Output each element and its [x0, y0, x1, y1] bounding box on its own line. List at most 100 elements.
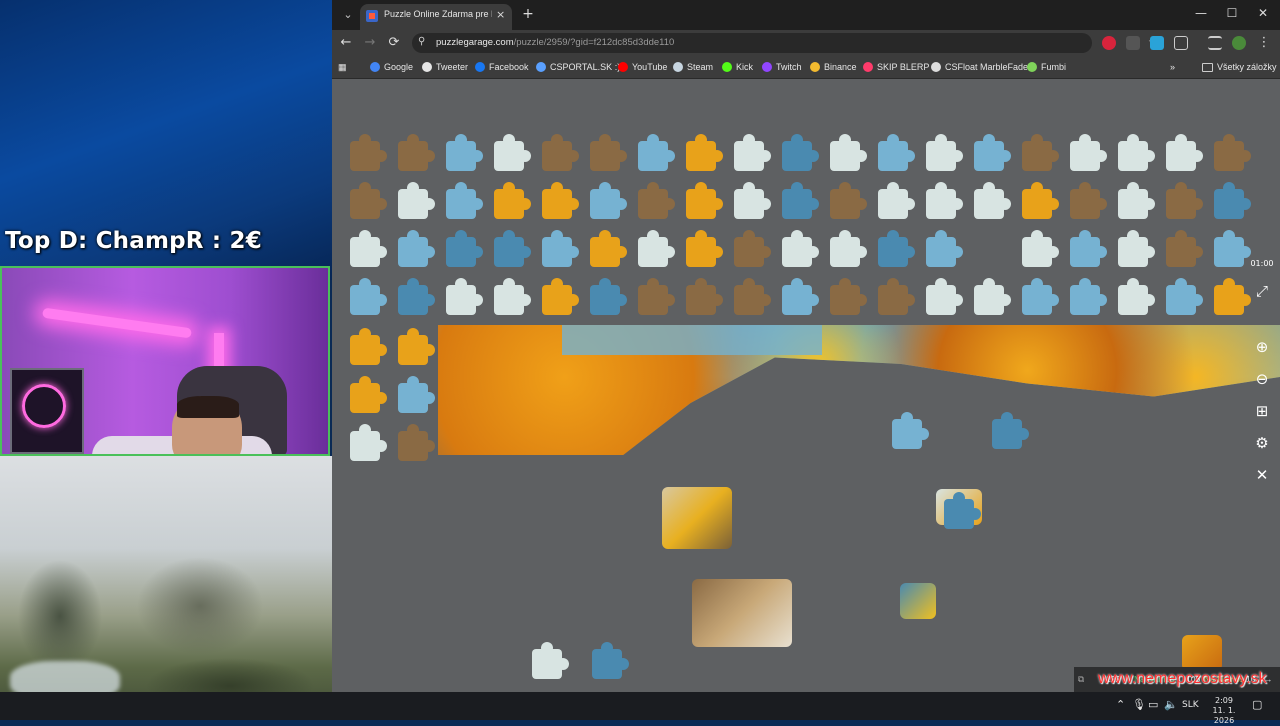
bookmark-skip-blerp[interactable]: SKIP BLERP	[863, 60, 929, 74]
puzzle-piece[interactable]	[592, 642, 629, 679]
all-bookmarks-button[interactable]: Všetky záložky	[1202, 60, 1277, 74]
minimize-button[interactable]: —	[1186, 6, 1216, 20]
bookmark-csportal[interactable]: CSPORTAL.SK :)	[536, 60, 620, 74]
bookmark-tweeter[interactable]: Tweeter	[422, 60, 468, 74]
bookmark-youtube[interactable]: YouTube	[618, 60, 667, 74]
new-tab-button[interactable]: +	[518, 5, 538, 25]
forward-button[interactable]: →	[360, 34, 380, 52]
puzzle-piece[interactable]	[350, 278, 387, 315]
puzzle-piece[interactable]	[398, 278, 435, 315]
more-menu-icon[interactable]: ⋮	[1254, 34, 1274, 52]
puzzle-piece[interactable]	[974, 134, 1011, 171]
puzzle-piece[interactable]	[1118, 278, 1155, 315]
puzzle-piece[interactable]	[782, 278, 819, 315]
puzzle-piece[interactable]	[830, 182, 867, 219]
profile-avatar[interactable]	[1232, 36, 1246, 50]
bookmark-csfloat[interactable]: CSFloat MarbleFade	[931, 60, 1028, 74]
puzzle-piece[interactable]	[1214, 230, 1251, 267]
puzzle-piece[interactable]	[974, 278, 1011, 315]
puzzle-piece[interactable]	[590, 278, 627, 315]
puzzle-piece[interactable]	[350, 424, 387, 461]
tray-expand-icon[interactable]: ⌃	[1116, 698, 1125, 711]
puzzle-board[interactable]: ⤢ ⊕ ⊖ ⊞ ⚙ ✕ 01:00 ⧉ 122 Na Namos: 106 Na…	[332, 79, 1280, 692]
zoom-out-icon[interactable]: ⊖	[1252, 369, 1272, 389]
puzzle-piece[interactable]	[1166, 134, 1203, 171]
puzzle-piece[interactable]	[1118, 230, 1155, 267]
zoom-in-icon[interactable]: ⊕	[1252, 337, 1272, 357]
puzzle-piece[interactable]	[1070, 182, 1107, 219]
puzzle-piece[interactable]	[350, 182, 387, 219]
puzzle-piece[interactable]	[542, 230, 579, 267]
puzzle-piece[interactable]	[1022, 278, 1059, 315]
tab-search-button[interactable]: ⌄	[338, 5, 358, 25]
puzzle-piece[interactable]	[992, 412, 1029, 449]
piece-cluster[interactable]	[692, 579, 792, 647]
tab-close-icon[interactable]: ×	[496, 8, 505, 21]
puzzle-piece[interactable]	[782, 230, 819, 267]
puzzle-piece[interactable]	[926, 230, 963, 267]
bookmark-facebook[interactable]: Facebook	[475, 60, 529, 74]
network-icon[interactable]: ▭	[1148, 698, 1158, 711]
puzzle-piece[interactable]	[446, 182, 483, 219]
bookmark-steam[interactable]: Steam	[673, 60, 713, 74]
extensions-puzzle-icon[interactable]	[1174, 36, 1188, 50]
puzzle-piece[interactable]	[944, 492, 981, 529]
puzzle-piece[interactable]	[878, 230, 915, 267]
puzzle-piece[interactable]	[398, 134, 435, 171]
puzzle-piece[interactable]	[686, 182, 723, 219]
puzzle-piece[interactable]	[446, 278, 483, 315]
puzzle-piece[interactable]	[1022, 230, 1059, 267]
puzzle-piece[interactable]	[542, 278, 579, 315]
puzzle-piece[interactable]	[532, 642, 569, 679]
puzzle-piece[interactable]	[590, 230, 627, 267]
puzzle-piece[interactable]	[878, 278, 915, 315]
puzzle-piece[interactable]	[734, 182, 771, 219]
puzzle-piece[interactable]	[1214, 182, 1251, 219]
puzzle-piece[interactable]	[590, 182, 627, 219]
puzzle-piece[interactable]	[638, 134, 675, 171]
puzzle-piece[interactable]	[1070, 134, 1107, 171]
puzzle-piece[interactable]	[542, 134, 579, 171]
puzzle-piece[interactable]	[1166, 182, 1203, 219]
address-bar[interactable]: ⚲ puzzlegarage.com/puzzle/2959/?gid=f212…	[412, 33, 1159, 53]
puzzle-piece[interactable]	[398, 230, 435, 267]
extension-red-icon[interactable]	[1102, 36, 1116, 50]
apps-grid-icon[interactable]: ▦	[338, 60, 347, 74]
bookmark-kick[interactable]: Kick	[722, 60, 753, 74]
puzzle-piece[interactable]	[494, 182, 531, 219]
maximize-button[interactable]: ☐	[1217, 6, 1247, 20]
puzzle-piece[interactable]	[1070, 278, 1107, 315]
puzzle-piece[interactable]	[494, 278, 531, 315]
puzzle-piece[interactable]	[446, 134, 483, 171]
bookmark-fumbi[interactable]: Fumbi	[1027, 60, 1066, 74]
puzzle-piece[interactable]	[734, 230, 771, 267]
puzzle-piece[interactable]	[590, 134, 627, 171]
bookmark-google[interactable]: Google	[370, 60, 413, 74]
puzzle-piece[interactable]	[1118, 134, 1155, 171]
reload-button[interactable]: ⟳	[384, 34, 404, 52]
puzzle-piece[interactable]	[830, 134, 867, 171]
puzzle-piece[interactable]	[1214, 278, 1251, 315]
puzzle-piece[interactable]	[782, 134, 819, 171]
close-window-button[interactable]: ✕	[1248, 6, 1278, 20]
tab-puzzle[interactable]: Puzzle Online Zdarma pre Dosp ×	[360, 4, 512, 30]
puzzle-piece[interactable]	[1022, 182, 1059, 219]
puzzle-piece[interactable]	[494, 230, 531, 267]
puzzle-piece[interactable]	[1070, 230, 1107, 267]
puzzle-piece[interactable]	[686, 230, 723, 267]
puzzle-piece[interactable]	[926, 134, 963, 171]
puzzle-piece[interactable]	[398, 328, 435, 365]
arrange-pieces-icon[interactable]: ⊞	[1252, 401, 1272, 421]
puzzle-piece[interactable]	[494, 134, 531, 171]
puzzle-piece[interactable]	[1166, 230, 1203, 267]
puzzle-piece[interactable]	[638, 278, 675, 315]
fullscreen-icon[interactable]: ⤢	[1252, 281, 1272, 301]
puzzle-piece[interactable]	[1214, 134, 1251, 171]
bookmark-binance[interactable]: Binance	[810, 60, 857, 74]
puzzle-piece[interactable]	[446, 230, 483, 267]
language-indicator[interactable]: SLK	[1182, 700, 1199, 710]
puzzle-piece[interactable]	[892, 412, 929, 449]
puzzle-piece[interactable]	[974, 182, 1011, 219]
puzzle-piece[interactable]	[1166, 278, 1203, 315]
puzzle-piece[interactable]	[542, 182, 579, 219]
